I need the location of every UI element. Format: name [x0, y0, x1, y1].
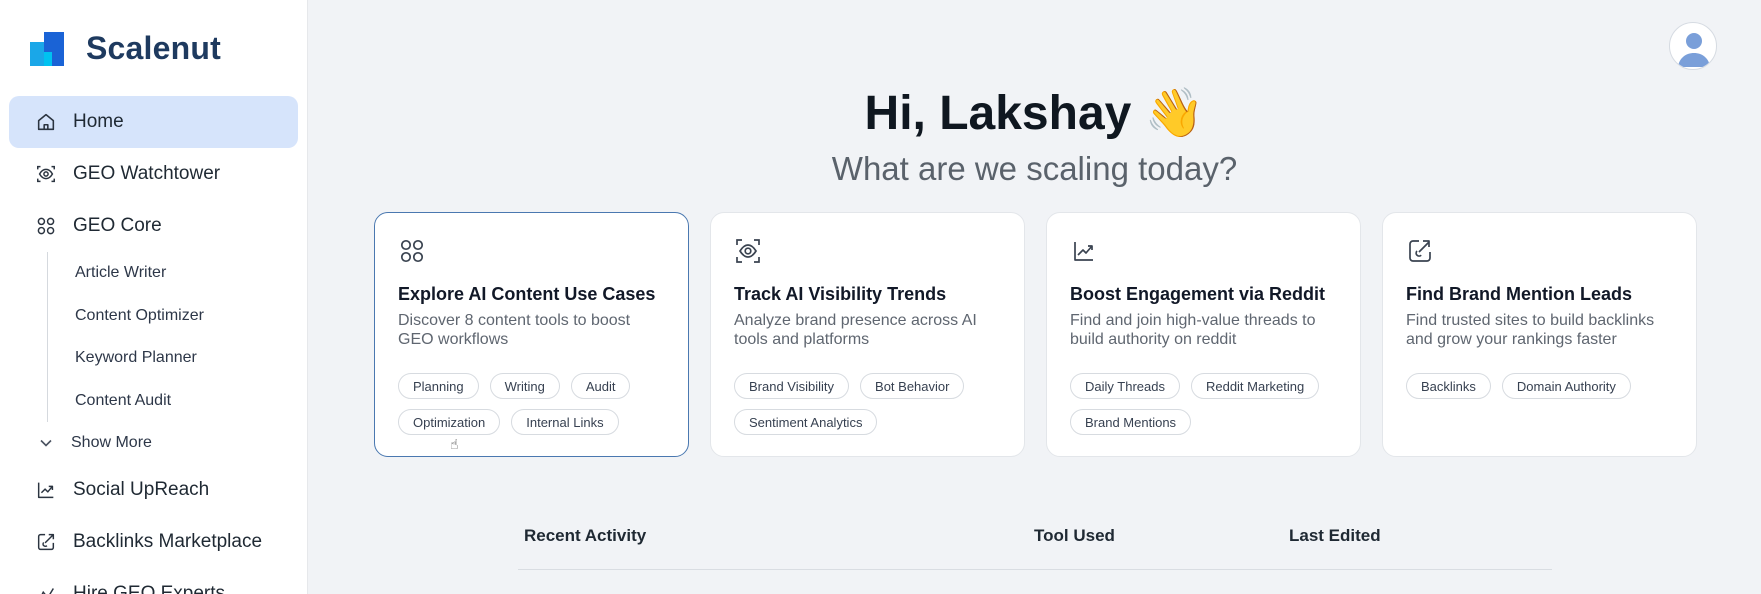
tag[interactable]: Optimization [398, 409, 501, 435]
use-case-cards: Explore AI Content Use Cases Discover 8 … [374, 212, 1697, 457]
tag[interactable]: Backlinks [1406, 373, 1491, 399]
card-title: Find Brand Mention Leads [1406, 284, 1633, 304]
sidebar-item-backlinks-marketplace[interactable]: Backlinks Marketplace [9, 516, 298, 568]
sidebar-item-home[interactable]: Home [9, 96, 298, 148]
card-track-ai-visibility[interactable]: Track AI Visibility Trends Analyze brand… [710, 212, 1025, 457]
recent-activity-header: Recent Activity Tool Used Last Edited [518, 516, 1552, 570]
tag[interactable]: Audit [570, 373, 631, 399]
link-edit-icon [1406, 237, 1434, 265]
card-tags: Brand Visibility Bot Behavior Sentiment … [734, 373, 1002, 435]
card-find-brand-mention-leads[interactable]: Find Brand Mention Leads Find trusted si… [1382, 212, 1697, 457]
column-header-tool-used[interactable]: Tool Used [1034, 526, 1115, 546]
column-header-recent-activity[interactable]: Recent Activity [524, 526, 646, 546]
card-explore-ai-content[interactable]: Explore AI Content Use Cases Discover 8 … [374, 212, 689, 457]
tag[interactable]: Writing [489, 373, 560, 399]
expert-icon [35, 583, 57, 594]
tag[interactable]: Reddit Marketing [1190, 373, 1320, 399]
greeting-subtitle: What are we scaling today? [831, 150, 1238, 187]
sidebar-item-content-audit[interactable]: Content Audit [48, 380, 298, 423]
card-tags: Backlinks Domain Authority [1406, 373, 1674, 399]
chevron-down-icon [40, 439, 52, 447]
geo-core-submenu: Article Writer Content Optimizer Keyword… [47, 252, 298, 422]
sidebar-item-content-optimizer[interactable]: Content Optimizer [48, 295, 298, 338]
sidebar-item-label: Social UpReach [73, 479, 210, 500]
tag[interactable]: Planning [398, 373, 479, 399]
sidebar-item-geo-watchtower[interactable]: GEO Watchtower [9, 148, 298, 200]
sidebar-item-hire-geo-experts[interactable]: Hire GEO Experts [9, 568, 298, 594]
grid-circles-icon [35, 215, 57, 237]
sidebar-item-label: Backlinks Marketplace [73, 531, 263, 552]
card-title: Explore AI Content Use Cases [398, 284, 656, 304]
tag[interactable]: Sentiment Analytics [734, 409, 878, 435]
card-description: Find trusted sites to build backlinks an… [1406, 312, 1655, 348]
sidebar-item-label: GEO Core [73, 215, 162, 236]
user-avatar[interactable] [1669, 22, 1717, 70]
sidebar-item-label: Home [73, 111, 124, 132]
eye-scan-icon [734, 237, 762, 265]
sidebar-item-label: GEO Watchtower [73, 163, 221, 184]
card-boost-engagement-reddit[interactable]: Boost Engagement via Reddit Find and joi… [1046, 212, 1361, 457]
tag[interactable]: Brand Visibility [734, 373, 850, 399]
show-more-toggle[interactable]: Show More [9, 422, 298, 464]
sidebar-item-keyword-planner[interactable]: Keyword Planner [48, 337, 298, 380]
sidebar-item-geo-core[interactable]: GEO Core [9, 200, 298, 252]
show-more-label: Show More [71, 434, 152, 451]
greeting-heading: Hi, Lakshay 👋 [864, 87, 1205, 140]
link-edit-icon [35, 531, 57, 553]
eye-scan-icon [35, 163, 57, 185]
trend-chart-icon [1070, 237, 1098, 265]
card-description: Discover 8 content tools to boost GEO wo… [398, 312, 631, 348]
trend-chart-icon [35, 479, 57, 501]
brand[interactable]: Scalenut [30, 30, 221, 67]
pointer-cursor-icon: ☝ [450, 436, 459, 452]
card-tags: Planning Writing Audit Optimization Inte… [398, 373, 666, 435]
tag[interactable]: Bot Behavior [860, 373, 965, 399]
card-description: Find and join high-value threads to buil… [1070, 312, 1316, 348]
tag[interactable]: Daily Threads [1070, 373, 1180, 399]
home-icon [35, 111, 57, 133]
card-description: Analyze brand presence across AI tools a… [734, 312, 977, 348]
sidebar-item-article-writer[interactable]: Article Writer [48, 252, 298, 295]
sidebar-nav: Home GEO Watchtower GEO Core Article Wri… [9, 96, 298, 594]
sidebar-item-label: Hire GEO Experts [73, 583, 226, 594]
tag[interactable]: Brand Mentions [1070, 409, 1192, 435]
user-icon [1678, 33, 1710, 67]
card-tags: Daily Threads Reddit Marketing Brand Men… [1070, 373, 1338, 435]
brand-name: Scalenut [86, 30, 221, 66]
column-header-last-edited[interactable]: Last Edited [1289, 526, 1381, 546]
sidebar-item-social-upreach[interactable]: Social UpReach [9, 464, 298, 516]
tag[interactable]: Internal Links [511, 409, 619, 435]
scalenut-logo [30, 31, 64, 66]
grid-circles-icon [398, 237, 426, 265]
tag[interactable]: Domain Authority [1501, 373, 1631, 399]
card-title: Boost Engagement via Reddit [1070, 284, 1326, 304]
sidebar: Scalenut Home GEO Watchtower GEO Core Ar… [0, 0, 308, 594]
card-title: Track AI Visibility Trends [734, 284, 947, 304]
